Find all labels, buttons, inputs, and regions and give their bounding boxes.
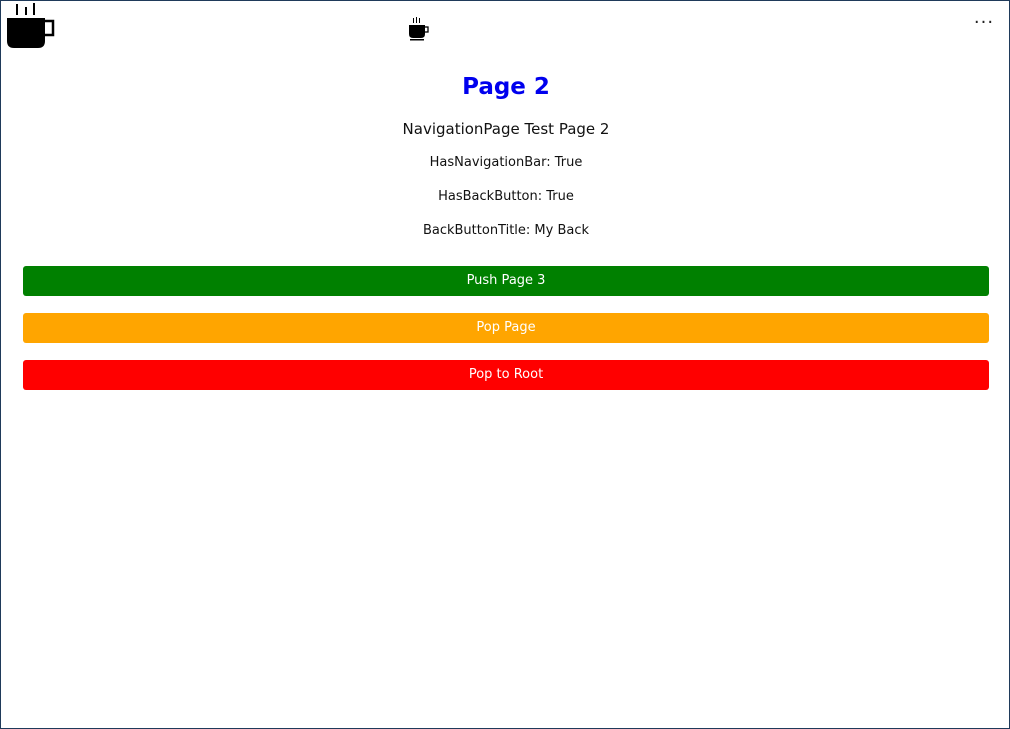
coffee-cup-icon <box>7 3 55 48</box>
pop-page-button[interactable]: Pop Page <box>23 313 989 343</box>
page-title: Page 2 <box>462 74 550 100</box>
back-button-title-label: BackButtonTitle: My Back <box>422 223 590 238</box>
pop-to-root-button[interactable]: Pop to Root <box>23 360 989 390</box>
app-window: ··· Page 2 NavigationPage Test Page 2 Ha… <box>0 0 1010 729</box>
has-back-button-label: HasBackButton: True <box>438 189 574 204</box>
push-page-3-button[interactable]: Push Page 3 <box>23 266 989 296</box>
page-subtitle: NavigationPage Test Page 2 <box>402 120 610 138</box>
coffee-cup-icon <box>409 17 429 41</box>
more-options-button[interactable]: ··· <box>969 13 999 37</box>
has-navigation-bar-label: HasNavigationBar: True <box>429 155 583 170</box>
